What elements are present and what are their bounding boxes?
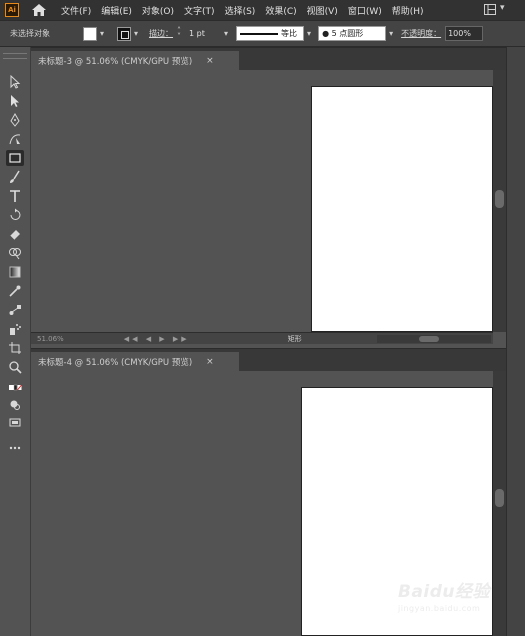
artboard-tool-icon[interactable] — [6, 340, 24, 356]
menu-effect[interactable]: 效果(C) — [265, 4, 296, 17]
variable-width-profile[interactable]: 等比 — [236, 26, 305, 41]
type-tool-icon[interactable] — [6, 188, 24, 204]
line-style-label: 等比 — [281, 29, 298, 38]
tab-document-1[interactable]: 未标题-3 @ 51.06% (CMYK/GPU 预览) × — [31, 51, 239, 71]
workspace-layout-icon[interactable] — [484, 4, 496, 15]
stroke-label[interactable]: 描边： — [149, 28, 173, 39]
menu-view[interactable]: 视图(V) — [307, 4, 338, 17]
stroke-weight-field[interactable]: 1 pt — [187, 26, 221, 41]
opacity-label[interactable]: 不透明度： — [401, 28, 441, 39]
scrollbar-thumb[interactable] — [495, 489, 504, 507]
menu-bar: Ai 文件(F) 编辑(E) 对象(O) 文字(T) 选择(S) 效果(C) 视… — [0, 0, 525, 20]
panel-grip[interactable] — [3, 53, 27, 59]
stepper-arrows-icon[interactable]: ˄ ˅ — [177, 26, 183, 40]
status-bar: 51.06% ◀◀ ◀ ▶ ▶▶ 矩形 — [31, 332, 493, 344]
menu-type[interactable]: 文字(T) — [184, 4, 215, 17]
stroke-color-swatch[interactable] — [117, 26, 132, 41]
menu-edit[interactable]: 编辑(E) — [101, 4, 132, 17]
chevron-down-icon[interactable]: ▾ — [224, 29, 228, 38]
panel-dock — [506, 348, 525, 636]
menu-object[interactable]: 对象(O) — [142, 4, 174, 17]
fill-color-swatch[interactable] — [83, 26, 97, 41]
close-icon[interactable]: × — [206, 357, 214, 367]
close-icon[interactable]: × — [206, 56, 214, 66]
menu-list: 文件(F) 编辑(E) 对象(O) 文字(T) 选择(S) 效果(C) 视图(V… — [61, 4, 434, 17]
chevron-down-icon[interactable]: ▾ — [500, 3, 505, 13]
selection-status: 未选择对象 — [10, 29, 50, 38]
zoom-level[interactable]: 51.06% — [37, 335, 64, 343]
document-tab-title: 未标题-4 @ 51.06% (CMYK/GPU 预览) — [38, 358, 193, 368]
selection-tool-icon[interactable] — [6, 74, 24, 90]
rotate-tool-icon[interactable] — [6, 207, 24, 223]
home-icon[interactable] — [31, 3, 47, 17]
chevron-down-icon[interactable]: ▾ — [307, 29, 311, 38]
brush-label: ● 5 点圆形 — [322, 29, 364, 38]
gradient-tool-icon[interactable] — [6, 264, 24, 280]
chevron-down-icon[interactable]: ▾ — [100, 29, 104, 38]
more-tools-icon[interactable] — [6, 440, 24, 456]
curvature-tool-icon[interactable] — [6, 131, 24, 147]
fill-stroke-swatches-icon[interactable] — [6, 380, 24, 396]
horizontal-scrollbar[interactable] — [377, 335, 491, 343]
draw-mode-icon[interactable] — [6, 397, 24, 413]
zoom-tool-icon[interactable] — [6, 359, 24, 375]
paintbrush-tool-icon[interactable] — [6, 169, 24, 185]
document-tab-bar: 未标题-4 @ 51.06% (CMYK/GPU 预览) × — [31, 348, 525, 372]
baidu-watermark: Baidu经验 jingyan.baidu.com — [398, 577, 508, 627]
menu-file[interactable]: 文件(F) — [61, 4, 91, 17]
brush-definition[interactable]: ● 5 点圆形 — [318, 26, 387, 41]
screen-mode-icon[interactable] — [6, 415, 24, 431]
menu-help[interactable]: 帮助(H) — [392, 4, 424, 17]
scrollbar-thumb[interactable] — [419, 336, 439, 342]
artboard[interactable] — [311, 86, 493, 332]
watermark-brand: Baidu经验 — [398, 582, 491, 602]
blend-tool-icon[interactable] — [6, 302, 24, 318]
document-tab-bar: 未标题-3 @ 51.06% (CMYK/GPU 预览) × — [31, 47, 525, 71]
control-bar: 未选择对象 ▾ ▾ 描边： ˄ ˅ 1 pt ▾ 等比 ▾ ● 5 点圆形 ▾ 不… — [0, 20, 525, 47]
menu-window[interactable]: 窗口(W) — [348, 4, 382, 17]
eyedropper-tool-icon[interactable] — [6, 283, 24, 299]
shape-builder-tool-icon[interactable] — [6, 245, 24, 261]
tab-document-2[interactable]: 未标题-4 @ 51.06% (CMYK/GPU 预览) × — [31, 352, 239, 372]
line-preview — [240, 32, 279, 35]
chevron-down-icon[interactable]: ▾ — [134, 29, 138, 38]
eraser-tool-icon[interactable] — [6, 226, 24, 242]
symbol-sprayer-tool-icon[interactable] — [6, 321, 24, 337]
menu-select[interactable]: 选择(S) — [225, 4, 256, 17]
opacity-field[interactable]: 100% — [445, 26, 484, 41]
pen-tool-icon[interactable] — [6, 112, 24, 128]
document-window-1: 未标题-3 @ 51.06% (CMYK/GPU 预览) × 51.06% ◀◀… — [31, 47, 525, 348]
panel-dock — [506, 47, 525, 348]
status-label: 矩形 — [287, 334, 302, 343]
scrollbar-thumb[interactable] — [495, 190, 504, 208]
canvas[interactable] — [31, 70, 493, 332]
vertical-scrollbar[interactable] — [493, 70, 506, 332]
rectangle-tool-icon[interactable] — [6, 150, 24, 166]
app-logo: Ai — [5, 3, 19, 17]
direct-selection-tool-icon[interactable] — [6, 93, 24, 109]
watermark-url: jingyan.baidu.com — [398, 604, 481, 613]
tools-panel — [0, 47, 31, 636]
artboard-navigation[interactable]: ◀◀ ◀ ▶ ▶▶ — [124, 335, 190, 343]
chevron-down-icon[interactable]: ▾ — [389, 29, 393, 38]
document-tab-title: 未标题-3 @ 51.06% (CMYK/GPU 预览) — [38, 57, 193, 67]
